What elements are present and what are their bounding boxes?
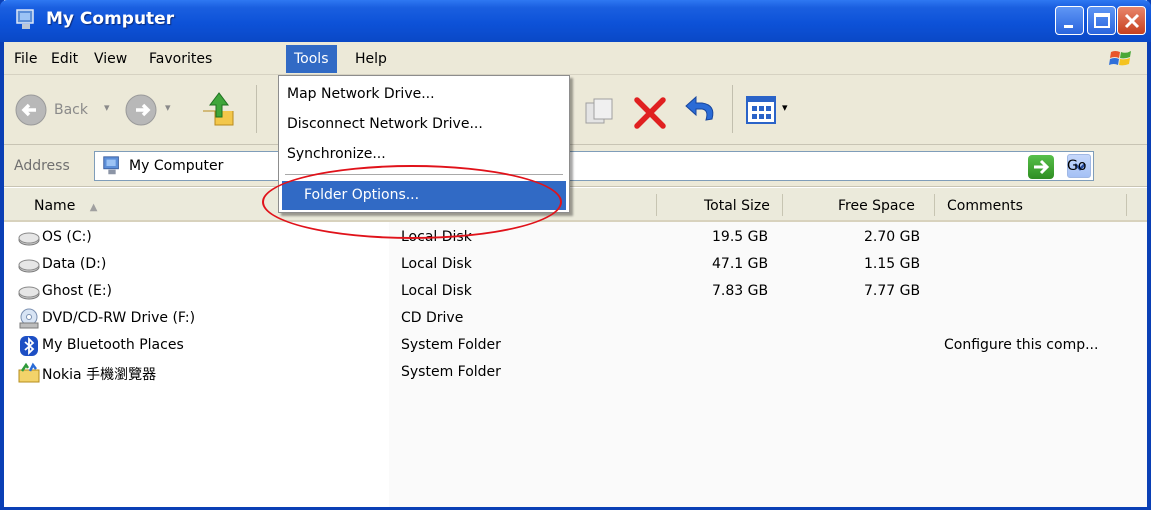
item-type: CD Drive	[401, 310, 464, 326]
column-divider[interactable]	[934, 194, 935, 216]
menu-favorites[interactable]: Favorites	[149, 51, 212, 67]
minimize-button[interactable]	[1055, 6, 1084, 35]
highlight-annotation	[262, 165, 562, 239]
forward-button[interactable]: ▾	[124, 93, 184, 129]
menu-view[interactable]: View	[94, 51, 127, 67]
item-free-space: 1.15 GB	[864, 256, 921, 272]
item-type: Local Disk	[401, 256, 472, 272]
item-name: My Bluetooth Places	[42, 337, 184, 353]
item-name: OS (C:)	[42, 229, 92, 245]
nokia-folder-icon	[18, 362, 40, 383]
undo-icon[interactable]	[682, 93, 720, 131]
views-icon	[746, 96, 776, 124]
close-icon	[1124, 13, 1140, 29]
back-dropdown-icon[interactable]: ▾	[104, 101, 110, 114]
item-free-space: 2.70 GB	[864, 229, 921, 245]
address-label: Address	[14, 158, 70, 174]
explorer-window: My Computer File Edit View Favorites Too…	[0, 0, 1151, 510]
item-name: DVD/CD-RW Drive (F:)	[42, 310, 196, 326]
toolbar-divider	[256, 85, 257, 133]
item-total-size: 19.5 GB	[712, 229, 769, 245]
maximize-icon	[1094, 13, 1110, 28]
list-item[interactable]: Nokia 手機瀏覽器 System Folder	[4, 360, 1147, 387]
views-button[interactable]: ▾	[744, 93, 798, 129]
item-free-space: 7.77 GB	[864, 283, 921, 299]
address-input[interactable]: My Computer	[94, 151, 1094, 181]
menu-edit[interactable]: Edit	[51, 51, 78, 67]
column-divider[interactable]	[782, 194, 783, 216]
column-divider[interactable]	[656, 194, 657, 216]
item-total-size: 7.83 GB	[712, 283, 769, 299]
list-item[interactable]: Data (D:) Local Disk 47.1 GB 1.15 GB	[4, 252, 1147, 279]
list-item[interactable]: OS (C:) Local Disk 19.5 GB 2.70 GB	[4, 225, 1147, 252]
sort-ascending-icon: ▲	[89, 202, 98, 213]
item-type: System Folder	[401, 364, 501, 380]
menu-help[interactable]: Help	[355, 51, 387, 67]
item-comments: Configure this comp...	[944, 337, 1099, 353]
column-header-comments[interactable]: Comments	[947, 198, 1023, 214]
item-name: Nokia 手機瀏覽器	[42, 367, 157, 383]
list-item[interactable]: Ghost (E:) Local Disk 7.83 GB 7.77 GB	[4, 279, 1147, 306]
forward-arrow-icon	[125, 94, 157, 126]
go-label[interactable]: Go	[1067, 158, 1086, 174]
item-total-size: 47.1 GB	[712, 256, 769, 272]
delete-icon[interactable]	[632, 95, 668, 131]
menu-bar: File Edit View Favorites Tools Help	[4, 42, 1147, 75]
menu-item-synchronize[interactable]: Synchronize...	[287, 146, 386, 162]
bluetooth-icon	[20, 336, 38, 356]
back-arrow-icon	[15, 94, 47, 126]
go-button[interactable]	[1028, 155, 1054, 179]
back-button[interactable]: Back ▾	[14, 93, 124, 129]
my-computer-icon	[103, 156, 119, 175]
go-arrow-icon	[1034, 159, 1050, 175]
forward-dropdown-icon[interactable]: ▾	[165, 101, 171, 114]
column-divider[interactable]	[1126, 194, 1127, 216]
windows-logo-icon	[1109, 51, 1131, 66]
views-dropdown-icon: ▾	[782, 101, 788, 114]
my-computer-icon	[16, 9, 34, 29]
column-header-total-size[interactable]: Total Size	[704, 198, 770, 214]
column-header-free-space[interactable]: Free Space	[838, 198, 915, 214]
toolbar-divider	[732, 85, 733, 133]
close-button[interactable]	[1117, 6, 1146, 35]
item-name: Data (D:)	[42, 256, 107, 272]
item-type: System Folder	[401, 337, 501, 353]
back-label: Back	[54, 102, 88, 118]
item-type: Local Disk	[401, 283, 472, 299]
menu-file[interactable]: File	[14, 51, 37, 67]
toolbar: Back ▾ ▾ ▾	[4, 75, 1147, 145]
maximize-button[interactable]	[1087, 6, 1116, 35]
column-header-name-label: Name	[34, 198, 76, 214]
hard-drive-icon	[18, 232, 40, 246]
minimize-icon	[1064, 25, 1073, 28]
column-headers: Name ▲ Total Size Free Space Comments	[4, 188, 1147, 222]
title-bar[interactable]: My Computer	[0, 0, 1151, 42]
item-name: Ghost (E:)	[42, 283, 113, 299]
list-item[interactable]: DVD/CD-RW Drive (F:) CD Drive	[4, 306, 1147, 333]
copy-to-icon[interactable]	[582, 97, 616, 127]
file-list: OS (C:) Local Disk 19.5 GB 2.70 GB Data …	[4, 222, 1147, 507]
address-bar: Address My Computer Go	[4, 145, 1147, 187]
hard-drive-icon	[18, 286, 40, 300]
address-value: My Computer	[129, 158, 224, 174]
list-item[interactable]: My Bluetooth Places System Folder Config…	[4, 333, 1147, 360]
hard-drive-icon	[18, 259, 40, 273]
menu-item-map-network-drive[interactable]: Map Network Drive...	[287, 86, 435, 102]
menu-tools[interactable]: Tools	[286, 45, 337, 73]
column-header-name[interactable]: Name ▲	[34, 198, 97, 214]
up-folder-icon[interactable]	[199, 89, 239, 129]
window-title: My Computer	[46, 9, 175, 29]
menu-item-disconnect-network-drive[interactable]: Disconnect Network Drive...	[287, 116, 483, 132]
cd-drive-icon	[19, 308, 39, 329]
